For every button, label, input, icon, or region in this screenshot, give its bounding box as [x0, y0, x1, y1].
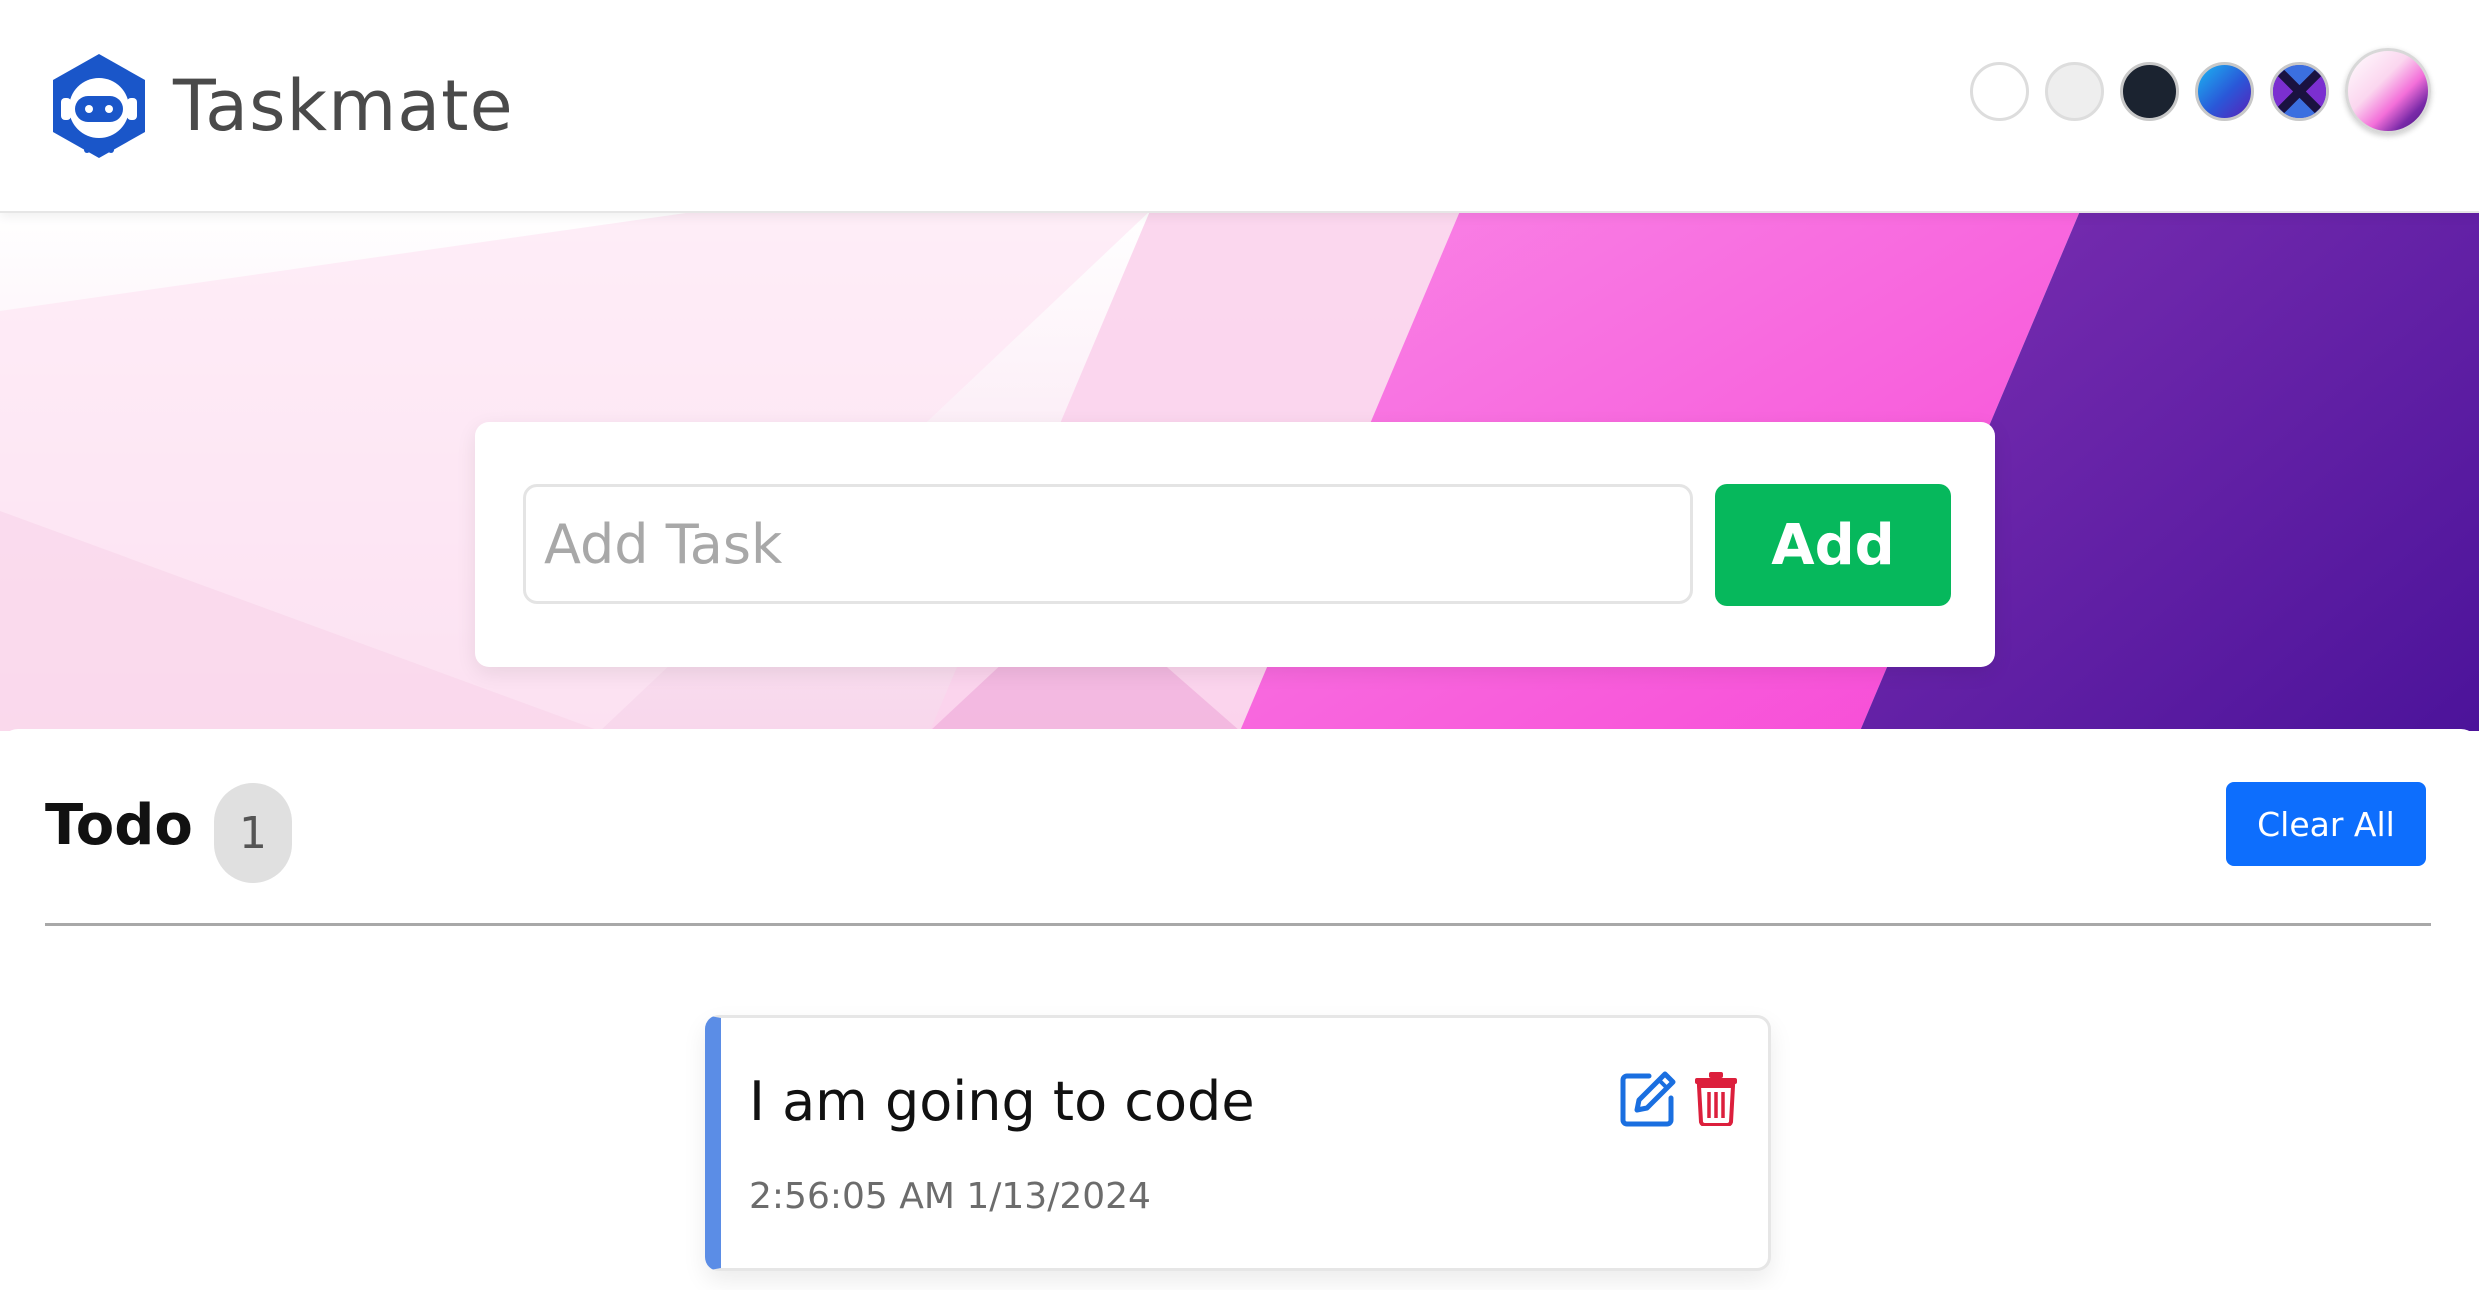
- theme-pink-gradient-swatch[interactable]: [2345, 48, 2431, 134]
- clear-all-button[interactable]: Clear All: [2226, 782, 2426, 866]
- add-task-input[interactable]: [523, 484, 1693, 604]
- brand-name: Taskmate: [173, 65, 514, 147]
- task-card: I am going to code 2:56:05 AM 1/13/2024: [705, 1015, 1771, 1271]
- todo-panel: Todo 1 Clear All I am going to code 2:56…: [0, 729, 2479, 1290]
- theme-dark-swatch[interactable]: [2120, 61, 2179, 121]
- divider: [45, 923, 2431, 926]
- task-name: I am going to code: [749, 1070, 1255, 1133]
- add-task-card: Add: [475, 422, 1995, 667]
- theme-gray-swatch[interactable]: [2045, 61, 2104, 121]
- edit-icon[interactable]: [1619, 1070, 1677, 1128]
- theme-picker: [1970, 48, 2431, 134]
- robot-logo-icon: [53, 54, 145, 158]
- x-pattern-icon: [2273, 64, 2326, 118]
- theme-blue-swatch[interactable]: [2195, 61, 2254, 121]
- todo-title: Todo: [45, 793, 193, 858]
- add-button[interactable]: Add: [1715, 484, 1951, 606]
- task-timestamp: 2:56:05 AM 1/13/2024: [749, 1176, 1151, 1217]
- theme-light-swatch[interactable]: [1970, 61, 2029, 121]
- navbar: Taskmate: [0, 0, 2479, 213]
- trash-icon[interactable]: [1693, 1070, 1739, 1126]
- brand[interactable]: Taskmate: [45, 52, 514, 160]
- theme-x-pattern-swatch[interactable]: [2270, 61, 2329, 121]
- todo-count-badge: 1: [214, 783, 292, 883]
